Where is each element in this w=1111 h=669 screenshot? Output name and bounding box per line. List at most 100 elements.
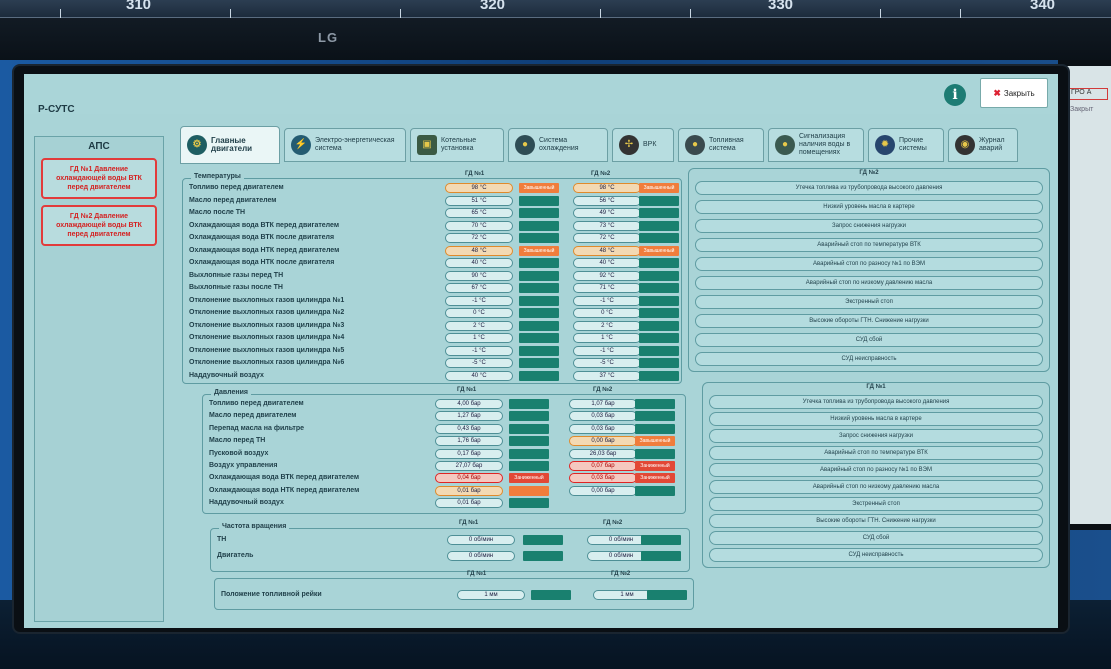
gd1-status xyxy=(519,333,559,343)
gd1-value: 67 °C xyxy=(445,283,513,293)
gd1-status xyxy=(523,551,563,561)
tab-main-engines[interactable]: ⚙ Главные двигатели xyxy=(180,126,280,164)
scale-number: 330 xyxy=(768,0,794,13)
data-row: Двигатель 0 об/мин 0 об/мин xyxy=(211,551,689,562)
aps-alarm-item[interactable]: ГД №1 Давление охлаждающей воды ВТК пере… xyxy=(41,158,157,199)
gd2-status xyxy=(639,333,679,343)
app-screen: Р-СУТС i ✖ Закрыть АПС ГД №1 Давление ох… xyxy=(24,74,1058,628)
gd2-signals-panel: ГД №2 Утечка топлива из трубопровода выс… xyxy=(688,168,1050,372)
tab-cooling[interactable]: ● Система охлаждения xyxy=(508,128,608,162)
signal-indicator: СУД неисправность xyxy=(695,352,1043,366)
signal-indicator: Запрос снижения нагрузки xyxy=(695,219,1043,233)
data-row: Выхлопные газы перед ТН 90 °C 92 °C xyxy=(183,270,681,282)
gd2-status xyxy=(639,295,679,306)
data-row: Топливо перед двигателем 98 °C Завышенный 9… xyxy=(183,183,681,194)
tab-fuel-system[interactable]: ● Топливная система xyxy=(678,128,764,162)
gd2-status xyxy=(635,411,675,422)
gd2-value: 73 °C xyxy=(573,220,641,231)
signal-indicator: Экстренный стоп xyxy=(695,295,1043,309)
lightning-icon: ⚡ xyxy=(291,135,311,155)
fuel-rack-gd1-value: 1 мм xyxy=(457,590,525,600)
side-monitor-screen xyxy=(1066,66,1111,524)
parameter-label: Масло перед двигателем xyxy=(189,196,277,204)
water-icon: ● xyxy=(775,135,795,155)
data-row: Масло перед двигателем 51 °C 56 °C xyxy=(183,195,681,207)
gd1-value: 0,17 бар xyxy=(435,448,503,459)
gd1-value: 1,27 бар xyxy=(435,411,503,422)
gd2-value: 0,00 бар xyxy=(569,485,637,496)
parameter-label: Охлаждающая вода ВТК после двигателя xyxy=(189,234,335,241)
data-row: Охлаждающая вода ВТК после двигателя 72 °… xyxy=(183,233,681,244)
parameter-label: Отклонение выхлопных газов цилиндра №5 xyxy=(189,346,345,354)
side-screen-badge: ГРО А xyxy=(1068,88,1108,100)
gd2-value: 1 °C xyxy=(573,333,641,343)
parameter-label: Топливо перед двигателем xyxy=(209,400,304,407)
parameter-label: Охлаждающая вода НТК перед двигателем xyxy=(189,246,340,254)
pressure-section: Давления ГД №1 ГД №2 Топливо перед двига… xyxy=(202,387,686,514)
tab-vrk[interactable]: ✢ ВРК xyxy=(612,128,674,162)
gd1-status xyxy=(519,270,559,281)
tab-boiler[interactable]: ▣ Котельные установка xyxy=(410,128,504,162)
gd1-header: ГД №1 xyxy=(459,520,479,526)
gd1-value: 72 °C xyxy=(445,233,513,243)
aps-alarm-item[interactable]: ГД №2 Давление охлаждающей воды ВТК пере… xyxy=(41,205,157,246)
cooling-icon: ● xyxy=(515,135,535,155)
gd1-value: 40 °C xyxy=(445,370,513,381)
tab-label: Прочие системы xyxy=(899,137,927,152)
signal-indicator: Экстренный стоп xyxy=(709,497,1043,511)
aps-title: АПС xyxy=(88,141,110,152)
gd1-value: 4,00 бар xyxy=(435,399,503,409)
signal-indicator: Аварийный стоп по разносу №1 по ВЭМ xyxy=(695,257,1043,271)
gd2-value: 40 °C xyxy=(573,258,641,268)
system-tabs: ⚙ Главные двигатели ⚡ Электро-энергетиче… xyxy=(174,126,1054,166)
rpm-section: Частота вращения ГД №1 ГД №2 ТН 0 об/мин 0… xyxy=(210,520,690,572)
gd1-status: Завышенный xyxy=(519,245,559,256)
data-row: Масло после ТН 65 °C 49 °C xyxy=(183,208,681,219)
parameter-label: Выхлопные газы после ТН xyxy=(189,284,283,291)
signal-indicator: Запрос снижения нагрузки xyxy=(709,429,1043,443)
gd1-status xyxy=(519,295,559,306)
gd2-signals-title: ГД №2 xyxy=(859,170,879,176)
tab-water-alarm[interactable]: ● Сигнализация наличия воды в помещениях xyxy=(768,128,864,162)
data-row: Отклонение выхлопных газов цилиндра №2 0 … xyxy=(183,308,681,319)
gd2-status xyxy=(639,308,679,318)
info-icon[interactable]: i xyxy=(944,84,966,106)
gd1-status: Завышенный xyxy=(519,183,559,193)
gd2-value: -5 °C xyxy=(573,358,641,368)
gd1-value: 0 об/мин xyxy=(447,535,515,545)
data-row: Охлаждающая вода НТК после двигателя 40 °… xyxy=(183,258,681,269)
signal-indicator: Аварийный стоп по температуре ВТК xyxy=(695,238,1043,252)
gd1-value: 0,04 бар xyxy=(435,473,503,484)
data-row: ТН 0 об/мин 0 об/мин xyxy=(211,535,689,546)
parameter-label: Охлаждающая вода НТК после двигателя xyxy=(189,259,335,266)
close-button[interactable]: ✖ Закрыть xyxy=(980,78,1048,108)
tab-label: Топливная система xyxy=(709,137,744,152)
tab-label: Электро-энергетическая система xyxy=(315,137,395,152)
temperature-legend: Температуры xyxy=(191,173,244,180)
signal-indicator: Высокие обороты ГТН. Снижение нагрузки xyxy=(709,514,1043,528)
engine-icon: ⚙ xyxy=(187,135,207,155)
data-row: Наддувочный воздух 40 °C 37 °C xyxy=(183,370,681,382)
data-row: Пусковой воздух 0,17 бар 26,03 бар xyxy=(203,448,685,460)
gd1-status xyxy=(509,485,549,496)
signal-indicator: Аварийный стоп по разносу №1 по ВЭМ xyxy=(709,463,1043,477)
gd2-value: 0,03 бар xyxy=(569,473,637,484)
parameter-label: Воздух управления xyxy=(209,462,278,469)
gd2-value: 2 °C xyxy=(573,320,641,331)
data-row: Охлаждающая вода ВТК перед двигателем 70 … xyxy=(183,220,681,232)
signal-indicator: СУД сбой xyxy=(695,333,1043,347)
gd1-value: -1 °C xyxy=(445,345,513,356)
log-icon: ◉ xyxy=(955,135,975,155)
tab-alarm-log[interactable]: ◉ Журнал аварий xyxy=(948,128,1018,162)
data-row: Масло перед ТН 1,76 бар 0,00 бар Завышенный xyxy=(203,436,685,447)
gd2-value: 48 °C xyxy=(573,245,641,256)
gd2-status xyxy=(639,358,679,368)
gd2-value: 0,07 бар xyxy=(569,461,637,471)
tab-power-system[interactable]: ⚡ Электро-энергетическая система xyxy=(284,128,406,162)
tab-label: ВРК xyxy=(643,141,657,148)
gd2-status xyxy=(635,448,675,459)
gd2-value: 0,03 бар xyxy=(569,423,637,434)
tab-other-systems[interactable]: ✹ Прочие системы xyxy=(868,128,944,162)
data-row: Выхлопные газы после ТН 67 °C 71 °C xyxy=(183,283,681,294)
fuel-rack-gd2-status xyxy=(647,590,687,600)
